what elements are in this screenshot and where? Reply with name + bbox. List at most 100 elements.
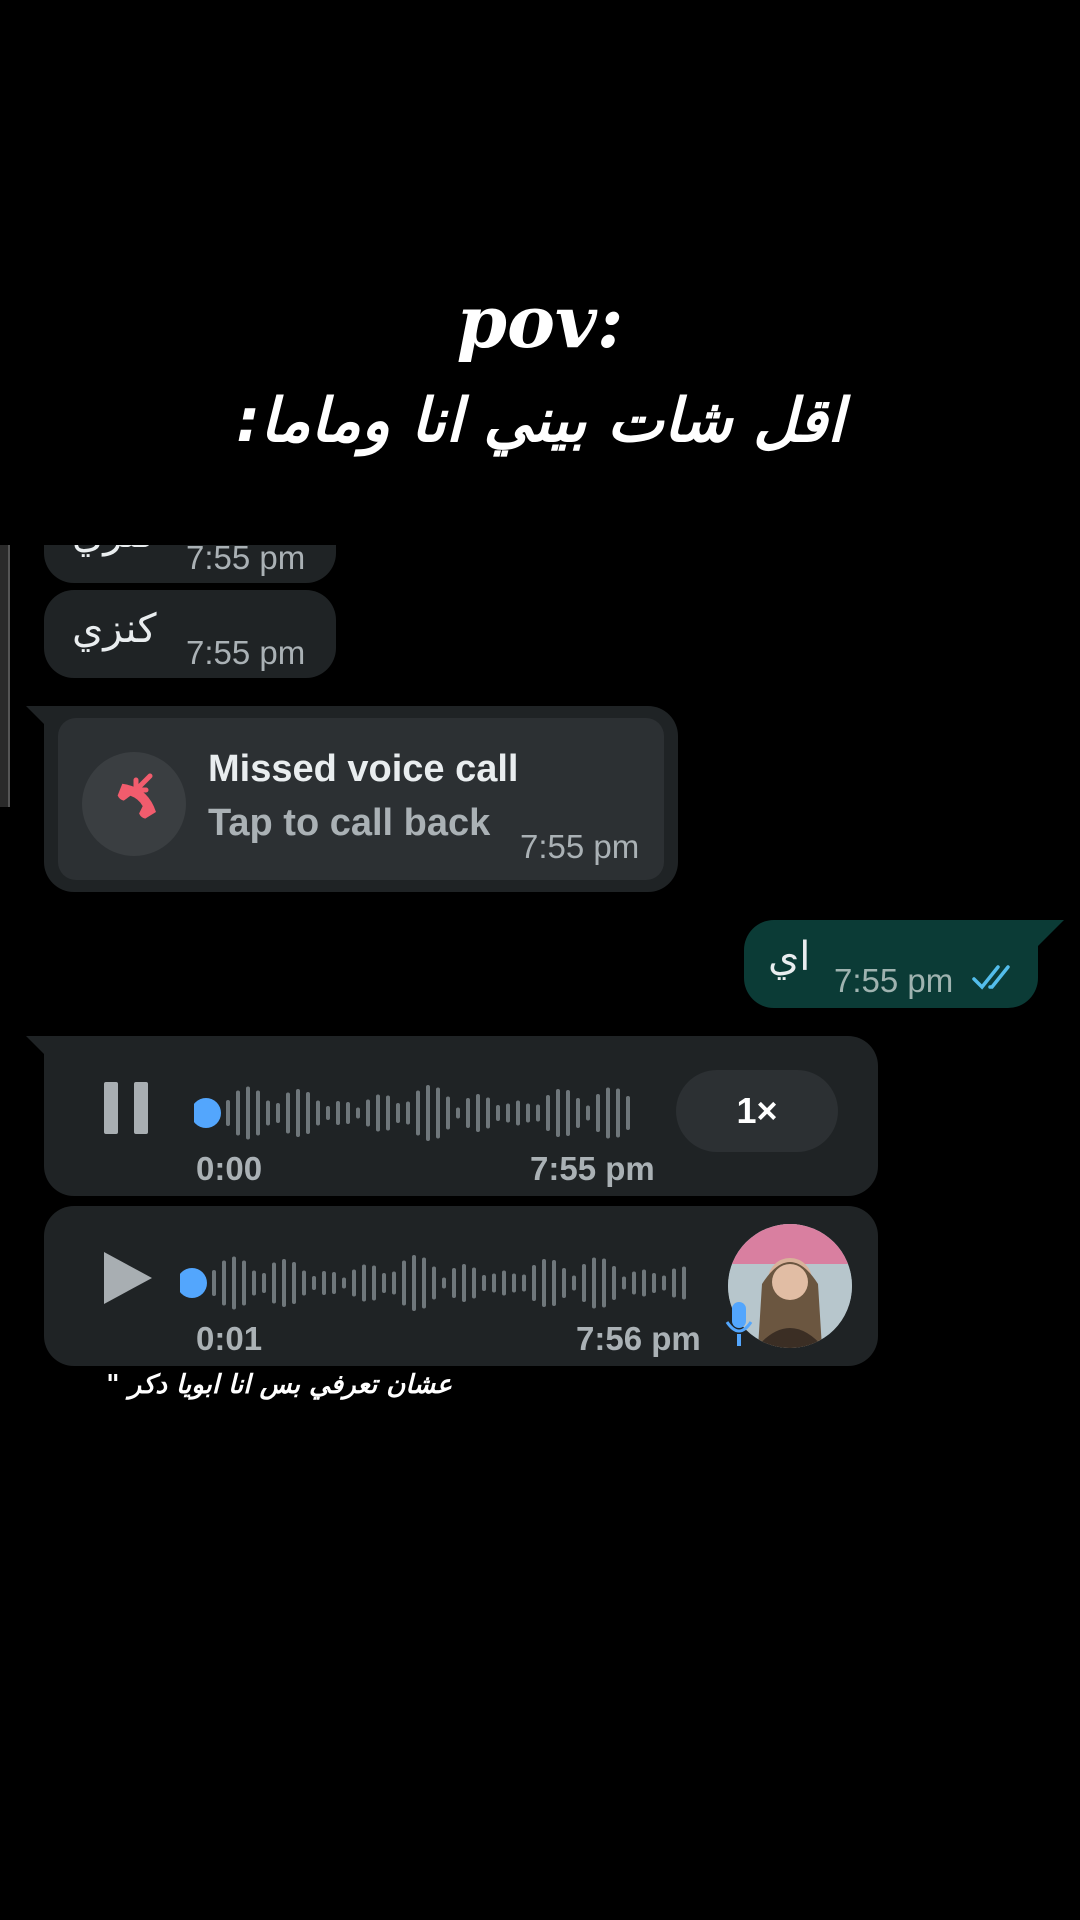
waveform-bar: [576, 1098, 580, 1128]
play-icon[interactable]: [100, 1248, 156, 1313]
voice-message-bubble[interactable]: 1× 0:00 7:55 pm: [44, 1036, 878, 1196]
waveform-bar: [326, 1106, 330, 1120]
waveform-bar: [612, 1266, 616, 1300]
pause-icon[interactable]: [102, 1080, 152, 1141]
missed-call-bubble[interactable]: Missed voice call Tap to call back 7:55 …: [44, 706, 678, 892]
waveform-bar: [582, 1264, 586, 1302]
waveform-bar: [602, 1258, 606, 1308]
overlay-caption: عشان تعرفي بس انا ابويا دكر ": [106, 1370, 452, 1400]
call-title: Missed voice call: [208, 748, 519, 790]
message-text: كنزي: [72, 545, 157, 557]
incoming-message-bubble[interactable]: كنزي 7:55 pm: [44, 590, 336, 678]
waveform-bar: [416, 1090, 420, 1136]
waveform-bar: [596, 1094, 600, 1132]
waveform-bar: [246, 1086, 250, 1140]
waveform-bar: [616, 1088, 620, 1138]
waveform-bar: [386, 1095, 390, 1131]
mic-icon: [724, 1300, 754, 1353]
message-text: كنزي: [72, 606, 157, 652]
waveform-bar: [592, 1257, 596, 1309]
waveform-bar: [532, 1265, 536, 1301]
waveform-bar: [312, 1276, 316, 1290]
waveform-bar: [526, 1103, 530, 1123]
message-time: 7:55 pm: [520, 828, 640, 865]
waveform-bar: [236, 1090, 240, 1136]
waveform-bar: [316, 1100, 320, 1126]
waveform-bar: [406, 1101, 410, 1125]
overlay-title: pov:: [456, 279, 624, 364]
waveform-bar: [402, 1260, 406, 1306]
missed-call-icon: [82, 752, 186, 856]
waveform-bar: [422, 1257, 426, 1309]
voice-message-bubble[interactable]: 0:01 7:56 pm: [44, 1206, 878, 1366]
waveform-bar: [332, 1272, 336, 1294]
waveform-bar: [632, 1271, 636, 1295]
bubble-tail: [1038, 920, 1064, 946]
waveform-bar: [322, 1271, 326, 1295]
waveform-bar: [566, 1090, 570, 1136]
waveform-bar: [212, 1270, 216, 1296]
waveform-bar: [336, 1101, 340, 1125]
waveform-bar: [436, 1087, 440, 1139]
waveform-bar: [396, 1103, 400, 1123]
waveform-bar: [562, 1268, 566, 1298]
waveform-bar: [446, 1096, 450, 1130]
waveform-bar: [572, 1275, 576, 1291]
waveform-bar: [262, 1273, 266, 1293]
playhead-dot[interactable]: [194, 1098, 221, 1128]
waveform[interactable]: [180, 1248, 700, 1318]
waveform-bar: [432, 1266, 436, 1300]
waveform-bar: [492, 1273, 496, 1293]
waveform-bar: [286, 1092, 290, 1134]
waveform-bar: [472, 1267, 476, 1299]
waveform-bar: [502, 1270, 506, 1296]
waveform-bar: [662, 1275, 666, 1291]
waveform-bar: [642, 1269, 646, 1297]
waveform-bar: [376, 1094, 380, 1132]
waveform-bar: [296, 1089, 300, 1137]
waveform-bar: [516, 1100, 520, 1126]
scroll-edge: [0, 545, 10, 807]
waveform-bar: [256, 1090, 260, 1136]
waveform-bar: [536, 1104, 540, 1122]
waveform-bar: [672, 1268, 676, 1298]
waveform-bar: [622, 1276, 626, 1290]
waveform-bar: [356, 1107, 360, 1119]
missed-call-card[interactable]: Missed voice call Tap to call back 7:55 …: [58, 718, 664, 880]
waveform-bar: [252, 1270, 256, 1296]
waveform-bar: [366, 1099, 370, 1127]
incoming-message-bubble[interactable]: كنزي 7:55 pm: [44, 545, 336, 583]
waveform-bar: [496, 1105, 500, 1121]
waveform-bar: [542, 1259, 546, 1307]
waveform-bar: [362, 1264, 366, 1302]
playhead-dot[interactable]: [180, 1268, 207, 1298]
message-time: 7:55 pm: [834, 962, 954, 999]
waveform-bar: [412, 1255, 416, 1311]
waveform-bar: [272, 1262, 276, 1304]
playback-speed-button[interactable]: 1×: [676, 1070, 838, 1152]
waveform-bar: [482, 1275, 486, 1291]
waveform-bar: [382, 1273, 386, 1293]
waveform-bar: [392, 1271, 396, 1295]
waveform-bar: [442, 1277, 446, 1289]
waveform-bar: [266, 1100, 270, 1126]
message-time: 7:55 pm: [530, 1150, 655, 1187]
waveform-bar: [452, 1268, 456, 1298]
waveform-bar: [626, 1096, 630, 1130]
waveform-bar: [346, 1102, 350, 1124]
waveform-bar: [372, 1265, 376, 1301]
double-check-icon: [972, 964, 1018, 997]
waveform[interactable]: [194, 1078, 654, 1148]
waveform-bar: [232, 1256, 236, 1310]
waveform-bar: [222, 1260, 226, 1306]
waveform-bar: [456, 1107, 460, 1119]
waveform-bar: [486, 1097, 490, 1129]
waveform-bar: [552, 1260, 556, 1306]
waveform-bar: [352, 1269, 356, 1297]
waveform-bar: [556, 1089, 560, 1137]
outgoing-message-bubble[interactable]: اي 7:55 pm: [744, 920, 1038, 1008]
message-time: 7:55 pm: [186, 545, 306, 576]
overlay-subtitle: اقل شات بيني انا وماما:: [236, 386, 844, 456]
waveform-bar: [302, 1270, 306, 1296]
screen: pov: اقل شات بيني انا وماما: كنزي 7:55 p…: [0, 0, 1080, 1920]
